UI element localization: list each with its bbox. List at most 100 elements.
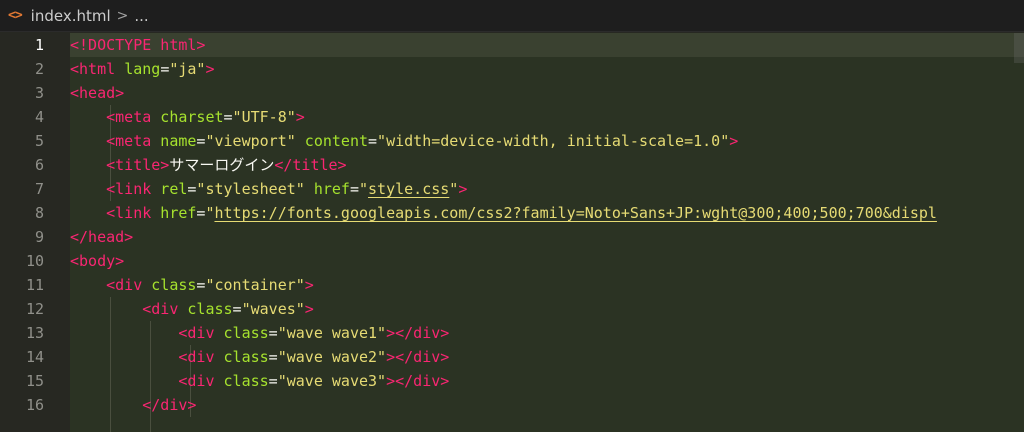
code-token: href [160, 204, 197, 222]
code-line[interactable]: <div class="waves"> [142, 297, 314, 321]
code-token: class [223, 324, 269, 342]
line-number: 6 [34, 156, 44, 174]
code-token: = [268, 348, 278, 366]
scrollbar-thumb[interactable] [1014, 33, 1024, 63]
code-line[interactable]: </div> [142, 393, 196, 417]
code-token: <div [178, 324, 224, 342]
code-line[interactable]: <html lang="ja"> [70, 57, 215, 81]
line-number: 1 [34, 36, 44, 54]
code-line[interactable]: <meta name="viewport" content="width=dev… [106, 129, 738, 153]
code-token: <body> [70, 252, 125, 270]
breadcrumb-file-name[interactable]: index.html [31, 7, 111, 25]
line-number: 4 [34, 108, 44, 126]
code-line[interactable]: <title>サマーログイン</title> [106, 153, 346, 177]
code-token: > [295, 108, 305, 126]
code-token: "container" [205, 276, 305, 294]
code-token: class [223, 372, 269, 390]
line-number: 3 [34, 84, 44, 102]
code-token: <div [178, 348, 224, 366]
code-line[interactable]: <div class="wave wave2"></div> [178, 345, 449, 369]
code-line[interactable]: <head> [70, 81, 124, 105]
code-line[interactable]: <div class="wave wave1"></div> [178, 321, 449, 345]
line-number: 11 [25, 276, 44, 294]
code-token: > [205, 60, 215, 78]
code-token: style.css [368, 180, 450, 198]
line-number: 5 [34, 132, 44, 150]
code-token: ></div> [386, 372, 450, 390]
code-token: <title> [106, 156, 170, 174]
code-token: "wave wave2" [277, 348, 387, 366]
code-token: class [151, 276, 197, 294]
code-token: = [268, 372, 278, 390]
code-line[interactable]: <link href="https://fonts.googleapis.com… [106, 201, 937, 225]
code-token: = [223, 108, 233, 126]
code-token: > [458, 180, 468, 198]
code-token: </head> [70, 228, 134, 246]
code-line[interactable]: </head> [70, 225, 133, 249]
code-token: = [160, 60, 170, 78]
code-line[interactable]: <div class="container"> [106, 273, 314, 297]
code-token: "wave wave3" [277, 372, 387, 390]
editor[interactable]: 1 2 3 4 5 6 7 8 9 10 11 12 13 14 15 16 <!DOCTYPE html> <… [0, 33, 1024, 432]
code-token: <link [106, 180, 161, 198]
code-line[interactable]: <body> [70, 249, 124, 273]
code-token: lang [124, 60, 161, 78]
code-token: ></div> [386, 348, 450, 366]
code-token: <link [106, 204, 161, 222]
breadcrumb: <> index.html > ... [0, 0, 1024, 32]
code-token: "viewport" [205, 132, 296, 150]
code-token: rel [160, 180, 188, 198]
code-line[interactable]: <meta charset="UTF-8"> [106, 105, 305, 129]
code-token: = [349, 180, 359, 198]
code-token: </title> [274, 156, 347, 174]
code-token: = [232, 300, 242, 318]
code-line[interactable]: <link rel="stylesheet" href="style.css"> [106, 177, 467, 201]
code-token: = [368, 132, 378, 150]
code-token: href [313, 180, 350, 198]
code-token: = [268, 324, 278, 342]
html-file-icon: <> [8, 8, 23, 23]
code-token: <div [106, 276, 152, 294]
code-token: "UTF-8" [232, 108, 296, 126]
code-token: <head> [70, 84, 125, 102]
code-token: class [223, 348, 269, 366]
line-number: 7 [34, 180, 44, 198]
current-line-highlight [70, 33, 1024, 57]
code-token: "waves" [241, 300, 305, 318]
code-token: <div [142, 300, 188, 318]
code-token: "wave wave1" [277, 324, 387, 342]
code-token: <html [70, 60, 125, 78]
code-token: "ja" [169, 60, 206, 78]
line-number: 16 [25, 396, 44, 414]
code-area[interactable]: <!DOCTYPE html> <html lang="ja"> <head> <me… [70, 33, 1024, 432]
code-token: <meta [106, 108, 161, 126]
line-number: 9 [34, 228, 44, 246]
line-number: 10 [25, 252, 44, 270]
code-token: > [729, 132, 739, 150]
vertical-scrollbar[interactable] [1014, 33, 1024, 432]
code-token: "stylesheet" [196, 180, 305, 198]
code-token: content [304, 132, 369, 150]
code-line[interactable]: <div class="wave wave3"></div> [178, 369, 449, 393]
breadcrumb-more[interactable]: ... [134, 7, 148, 25]
code-token: "width=device-width, initial-scale=1.0" [377, 132, 730, 150]
line-number-gutter: 1 2 3 4 5 6 7 8 9 10 11 12 13 14 15 16 [0, 33, 70, 432]
line-number: 15 [25, 372, 44, 390]
code-token: charset [160, 108, 224, 126]
code-token: > [304, 300, 314, 318]
code-token: <div [178, 372, 224, 390]
chevron-right-icon: > [116, 7, 129, 24]
line-number: 8 [34, 204, 44, 222]
line-number: 2 [34, 60, 44, 78]
line-number: 13 [25, 324, 44, 342]
code-token: ></div> [386, 324, 450, 342]
indent-guide [110, 297, 111, 432]
code-token: https://fonts.googleapis.com/css2?family… [214, 204, 937, 222]
code-token: <!DOCTYPE html> [70, 36, 206, 54]
code-token: " [449, 180, 459, 198]
code-line[interactable]: <!DOCTYPE html> [70, 33, 205, 57]
line-number: 12 [25, 300, 44, 318]
code-token: </div> [142, 396, 197, 414]
